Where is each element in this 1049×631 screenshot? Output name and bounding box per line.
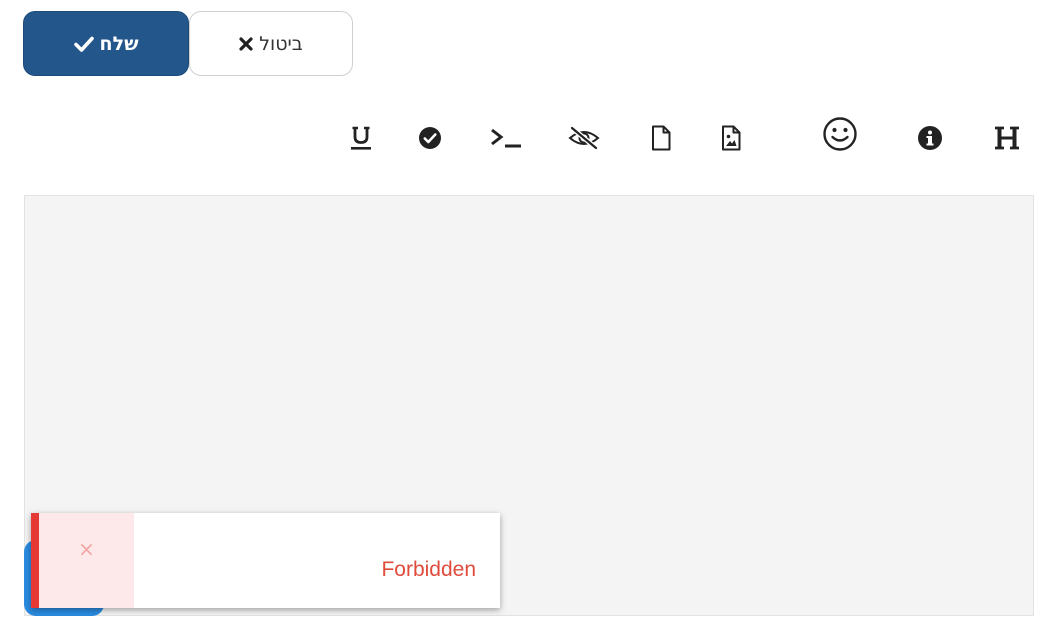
file-icon [651, 125, 671, 151]
check-circle-button[interactable] [415, 118, 445, 158]
send-button[interactable]: שלח [23, 11, 189, 76]
cancel-button-label: ביטול [259, 32, 303, 55]
smile-icon [822, 116, 858, 152]
file-image-icon [721, 125, 741, 151]
send-button-label: שלח [99, 32, 139, 55]
heading-button[interactable] [990, 118, 1024, 158]
info-circle-icon [917, 125, 943, 151]
check-circle-icon [418, 126, 442, 150]
error-toast: × Forbidden [31, 513, 500, 608]
close-icon: × [78, 537, 95, 561]
toast-close-button[interactable]: × [39, 513, 134, 608]
image-file-button[interactable] [718, 118, 744, 158]
toast-body: Forbidden [134, 513, 500, 608]
check-icon [73, 36, 94, 52]
file-button[interactable] [648, 118, 674, 158]
toast-accent-stripe [31, 513, 39, 608]
toast-message: Forbidden [381, 558, 476, 581]
spoiler-button[interactable] [565, 118, 603, 158]
code-button[interactable] [487, 118, 525, 158]
underline-icon [350, 125, 372, 151]
underline-button[interactable] [346, 118, 376, 158]
heading-icon [993, 125, 1021, 151]
terminal-icon [489, 126, 523, 150]
cancel-button[interactable]: ביטול [189, 11, 353, 76]
info-button[interactable] [915, 118, 945, 158]
emoji-button[interactable] [820, 114, 860, 154]
eye-slash-icon [567, 125, 601, 151]
close-icon [239, 36, 253, 51]
